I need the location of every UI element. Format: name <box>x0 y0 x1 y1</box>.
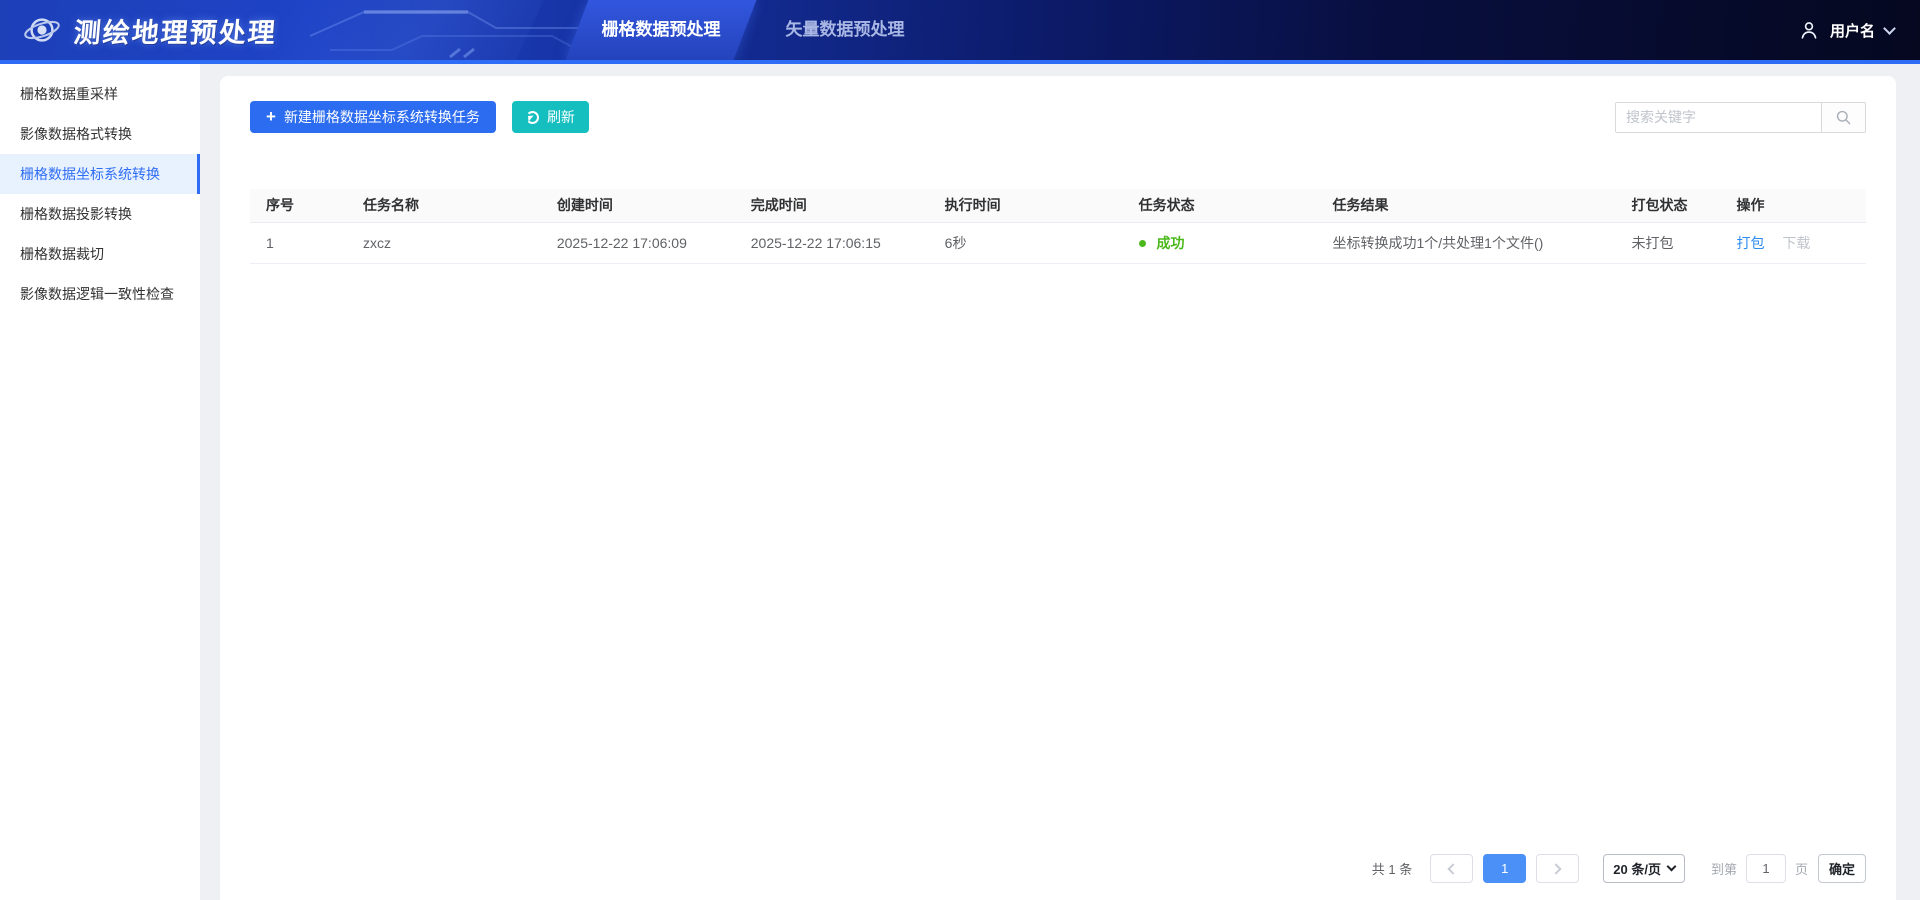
cell-duration: 6秒 <box>929 222 1123 263</box>
refresh-icon <box>526 111 539 124</box>
refresh-button[interactable]: 刷新 <box>512 101 589 133</box>
cell-package-status: 未打包 <box>1615 222 1720 263</box>
app-title: 测绘地理预处理 <box>72 11 278 50</box>
table-row: 1 zxcz 2025-12-22 17:06:09 2025-12-22 17… <box>250 222 1866 263</box>
column-header-package-status: 打包状态 <box>1615 189 1720 222</box>
column-header-finished-at: 完成时间 <box>735 189 929 222</box>
tab-label: 栅格数据预处理 <box>602 20 721 39</box>
total-count: 共 1 条 <box>1372 859 1412 878</box>
page-size-select[interactable]: 20 条/页 <box>1603 854 1685 883</box>
app-header: 测绘地理预处理 栅格数据预处理 矢量数据预处理 用户名 <box>0 0 1920 64</box>
search-icon <box>1835 109 1852 126</box>
refresh-label: 刷新 <box>547 107 575 127</box>
app-logo: 测绘地理预处理 <box>22 0 277 60</box>
package-link[interactable]: 打包 <box>1736 235 1764 251</box>
cell-status: 成功 <box>1123 222 1317 263</box>
status-dot <box>1139 240 1146 247</box>
main-area: + 新建栅格数据坐标系统转换任务 刷新 <box>200 64 1920 900</box>
column-header-created-at: 创建时间 <box>541 189 735 222</box>
toolbar: + 新建栅格数据坐标系统转换任务 刷新 <box>250 101 1866 133</box>
cell-result: 坐标转换成功1个/共处理1个文件() <box>1316 222 1615 263</box>
column-header-actions: 操作 <box>1720 189 1866 222</box>
page-size-label: 20 条/页 <box>1613 859 1661 878</box>
user-name: 用户名 <box>1830 20 1875 41</box>
plus-icon: + <box>266 108 276 125</box>
search-input[interactable] <box>1616 103 1821 132</box>
confirm-button[interactable]: 确定 <box>1818 854 1866 883</box>
column-header-status: 任务状态 <box>1123 189 1317 222</box>
column-header-index: 序号 <box>250 189 347 222</box>
content-card: + 新建栅格数据坐标系统转换任务 刷新 <box>220 76 1896 900</box>
top-tabs: 栅格数据预处理 矢量数据预处理 <box>575 0 931 60</box>
chevron-down-icon <box>1883 22 1896 35</box>
sidebar-item-raster-coordinate-convert[interactable]: 栅格数据坐标系统转换 <box>0 154 200 194</box>
goto-page-group: 到第 页 <box>1711 854 1808 883</box>
tab-label: 矢量数据预处理 <box>786 20 905 39</box>
status-text: 成功 <box>1156 235 1184 251</box>
chevron-down-icon <box>1667 862 1677 872</box>
new-task-button[interactable]: + 新建栅格数据坐标系统转换任务 <box>250 101 496 133</box>
tab-raster-preprocess[interactable]: 栅格数据预处理 <box>575 0 747 60</box>
chevron-left-icon <box>1448 863 1459 874</box>
goto-page-input[interactable] <box>1746 854 1786 883</box>
logo-globe-icon <box>22 10 62 50</box>
sidebar-item-image-format-convert[interactable]: 影像数据格式转换 <box>0 114 200 154</box>
user-menu[interactable]: 用户名 <box>1798 0 1894 60</box>
goto-prefix-label: 到第 <box>1711 859 1737 878</box>
cell-actions: 打包 下载 <box>1720 222 1866 263</box>
sidebar-item-raster-projection-convert[interactable]: 栅格数据投影转换 <box>0 194 200 234</box>
cell-task-name: zxcz <box>347 222 541 263</box>
current-page[interactable]: 1 <box>1483 854 1526 883</box>
table-header-row: 序号 任务名称 创建时间 完成时间 执行时间 任务状态 任务结果 打包状态 操作 <box>250 189 1866 222</box>
sidebar-item-raster-clip[interactable]: 栅格数据裁切 <box>0 234 200 274</box>
cell-created-at: 2025-12-22 17:06:09 <box>541 222 735 263</box>
column-header-duration: 执行时间 <box>929 189 1123 222</box>
sidebar-item-raster-resample[interactable]: 栅格数据重采样 <box>0 74 200 114</box>
new-task-label: 新建栅格数据坐标系统转换任务 <box>284 107 480 127</box>
header-accent-line <box>0 60 1920 64</box>
next-page-button[interactable] <box>1536 854 1579 883</box>
search-button[interactable] <box>1821 103 1865 132</box>
user-icon <box>1798 19 1820 41</box>
pagination: 共 1 条 1 20 条/页 到第 页 确定 <box>1372 854 1866 883</box>
sidebar-item-image-logic-check[interactable]: 影像数据逻辑一致性检查 <box>0 274 200 314</box>
prev-page-button[interactable] <box>1430 854 1473 883</box>
download-link[interactable]: 下载 <box>1782 235 1810 251</box>
goto-suffix-label: 页 <box>1795 859 1808 878</box>
chevron-right-icon <box>1551 863 1562 874</box>
search-group <box>1615 102 1866 133</box>
column-header-result: 任务结果 <box>1316 189 1615 222</box>
cell-index: 1 <box>250 222 347 263</box>
tasks-table: 序号 任务名称 创建时间 完成时间 执行时间 任务状态 任务结果 打包状态 操作… <box>250 189 1866 264</box>
column-header-task-name: 任务名称 <box>347 189 541 222</box>
sidebar: 栅格数据重采样 影像数据格式转换 栅格数据坐标系统转换 栅格数据投影转换 栅格数… <box>0 64 200 900</box>
cell-finished-at: 2025-12-22 17:06:15 <box>735 222 929 263</box>
tab-vector-preprocess[interactable]: 矢量数据预处理 <box>759 0 931 60</box>
